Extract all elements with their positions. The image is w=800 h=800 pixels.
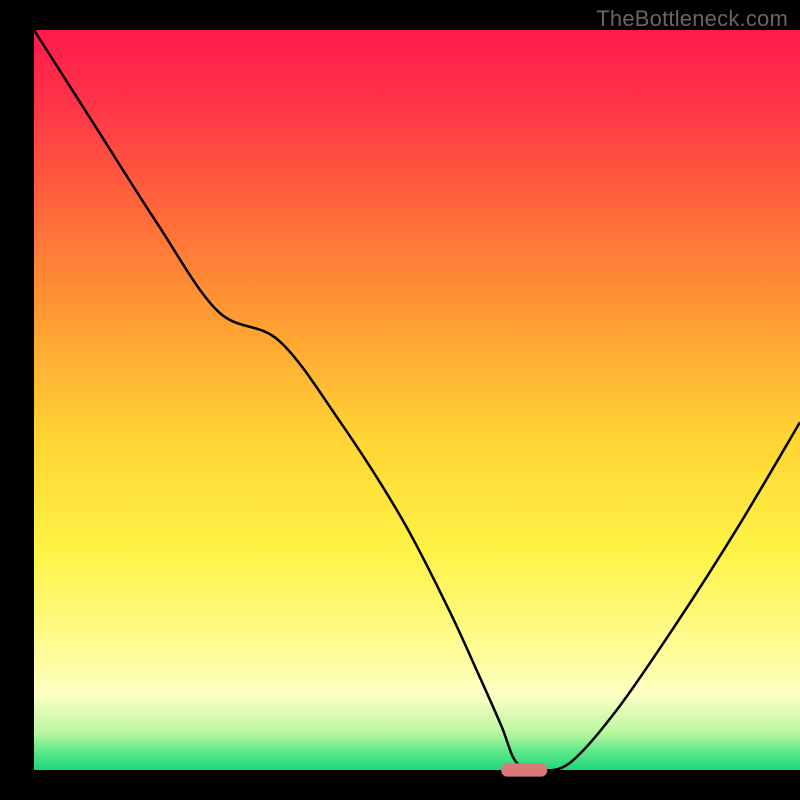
bottleneck-chart (0, 0, 800, 800)
plot-background (34, 30, 800, 770)
optimum-marker (501, 763, 547, 776)
watermark-label: TheBottleneck.com (596, 6, 788, 32)
chart-container: TheBottleneck.com (0, 0, 800, 800)
